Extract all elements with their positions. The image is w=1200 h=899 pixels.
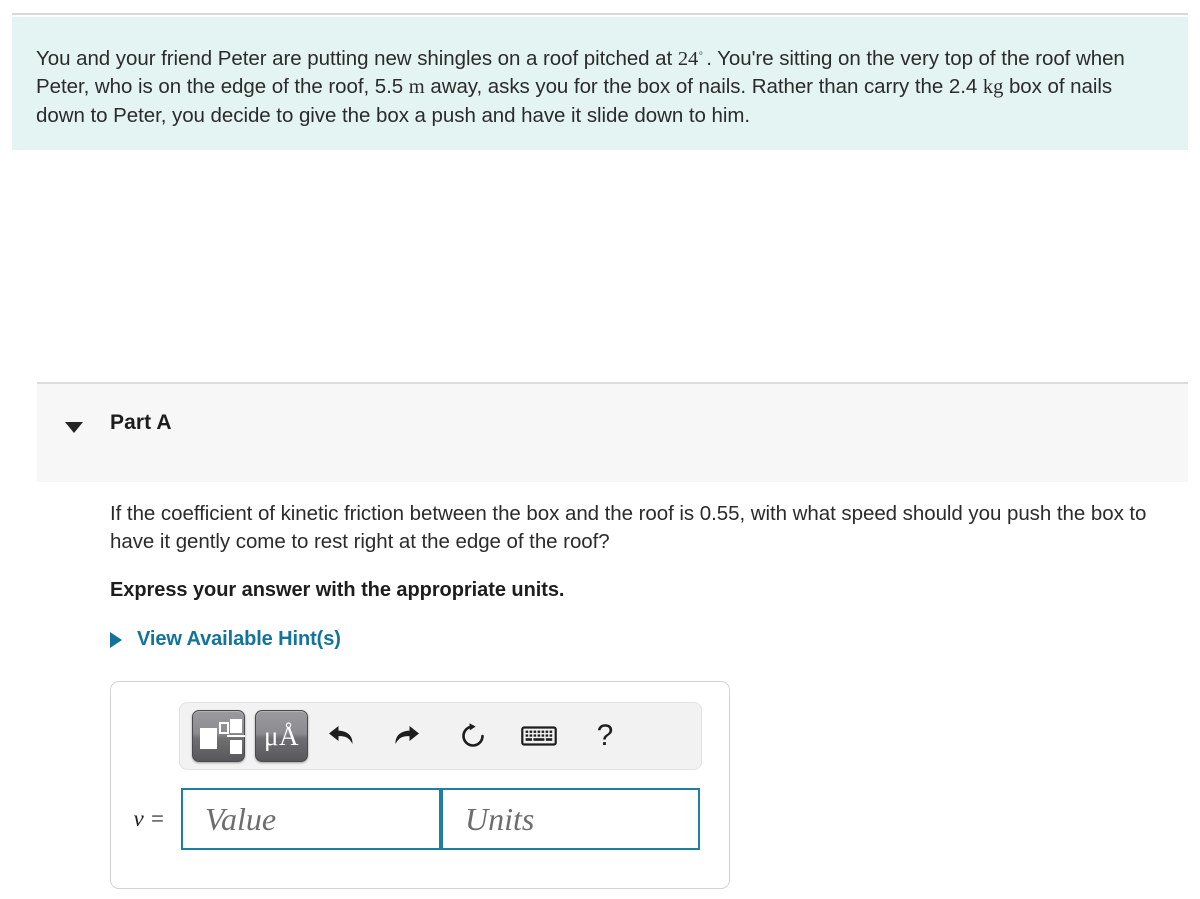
- reset-circular-arrow-icon: [462, 723, 484, 747]
- redo-arrow-icon: [395, 726, 419, 744]
- undo-button[interactable]: [318, 713, 364, 759]
- answer-instruction: Express your answer with the appropriate…: [110, 579, 565, 601]
- units-placeholder: Units: [465, 801, 535, 837]
- help-button[interactable]: ?: [582, 713, 628, 759]
- undo-arrow-icon: [329, 726, 353, 744]
- reset-button[interactable]: [450, 713, 496, 759]
- math-template-icon: [200, 728, 217, 749]
- answer-entry-container: μÅ ? v = Value Units: [110, 681, 730, 889]
- view-hints-link[interactable]: View Available Hint(s): [110, 628, 380, 651]
- view-hints-label: View Available Hint(s): [137, 628, 341, 650]
- top-divider: [12, 13, 1188, 15]
- answer-input-row: v = Value Units: [129, 788, 700, 850]
- math-template-button[interactable]: [192, 710, 245, 762]
- problem-text-part-3: away, asks you for the box of nails. Rat…: [424, 75, 983, 99]
- units-button[interactable]: μÅ: [255, 710, 308, 762]
- triangle-down-icon: [65, 421, 83, 433]
- keyboard-button[interactable]: [516, 713, 562, 759]
- problem-text-part-1: You and your friend Peter are putting ne…: [36, 46, 678, 70]
- part-a-body: If the coefficient of kinetic friction b…: [110, 500, 1185, 651]
- value-placeholder: Value: [205, 801, 277, 837]
- problem-statement-text: You and your friend Peter are putting ne…: [36, 39, 1160, 130]
- redo-button[interactable]: [384, 713, 430, 759]
- part-a-title: Part A: [110, 411, 172, 434]
- unit-meters: m: [408, 76, 425, 99]
- mu-angstrom-icon: μÅ: [264, 720, 299, 751]
- unit-kilograms: kg: [982, 76, 1004, 99]
- part-a-header-band: Part A: [37, 382, 1188, 482]
- answer-toolbar: μÅ ?: [179, 702, 702, 770]
- variable-label: v =: [133, 806, 165, 831]
- keyboard-icon: [521, 726, 557, 746]
- part-a-collapse-toggle[interactable]: [61, 414, 87, 440]
- angle-value: 24◦: [677, 46, 704, 70]
- question-prompt: If the coefficient of kinetic friction b…: [110, 502, 1147, 553]
- triangle-right-icon: [110, 631, 122, 648]
- value-input[interactable]: Value: [181, 788, 441, 850]
- problem-statement-box: You and your friend Peter are putting ne…: [12, 17, 1188, 150]
- question-mark-icon: ?: [596, 719, 614, 752]
- units-input[interactable]: Units: [441, 788, 700, 850]
